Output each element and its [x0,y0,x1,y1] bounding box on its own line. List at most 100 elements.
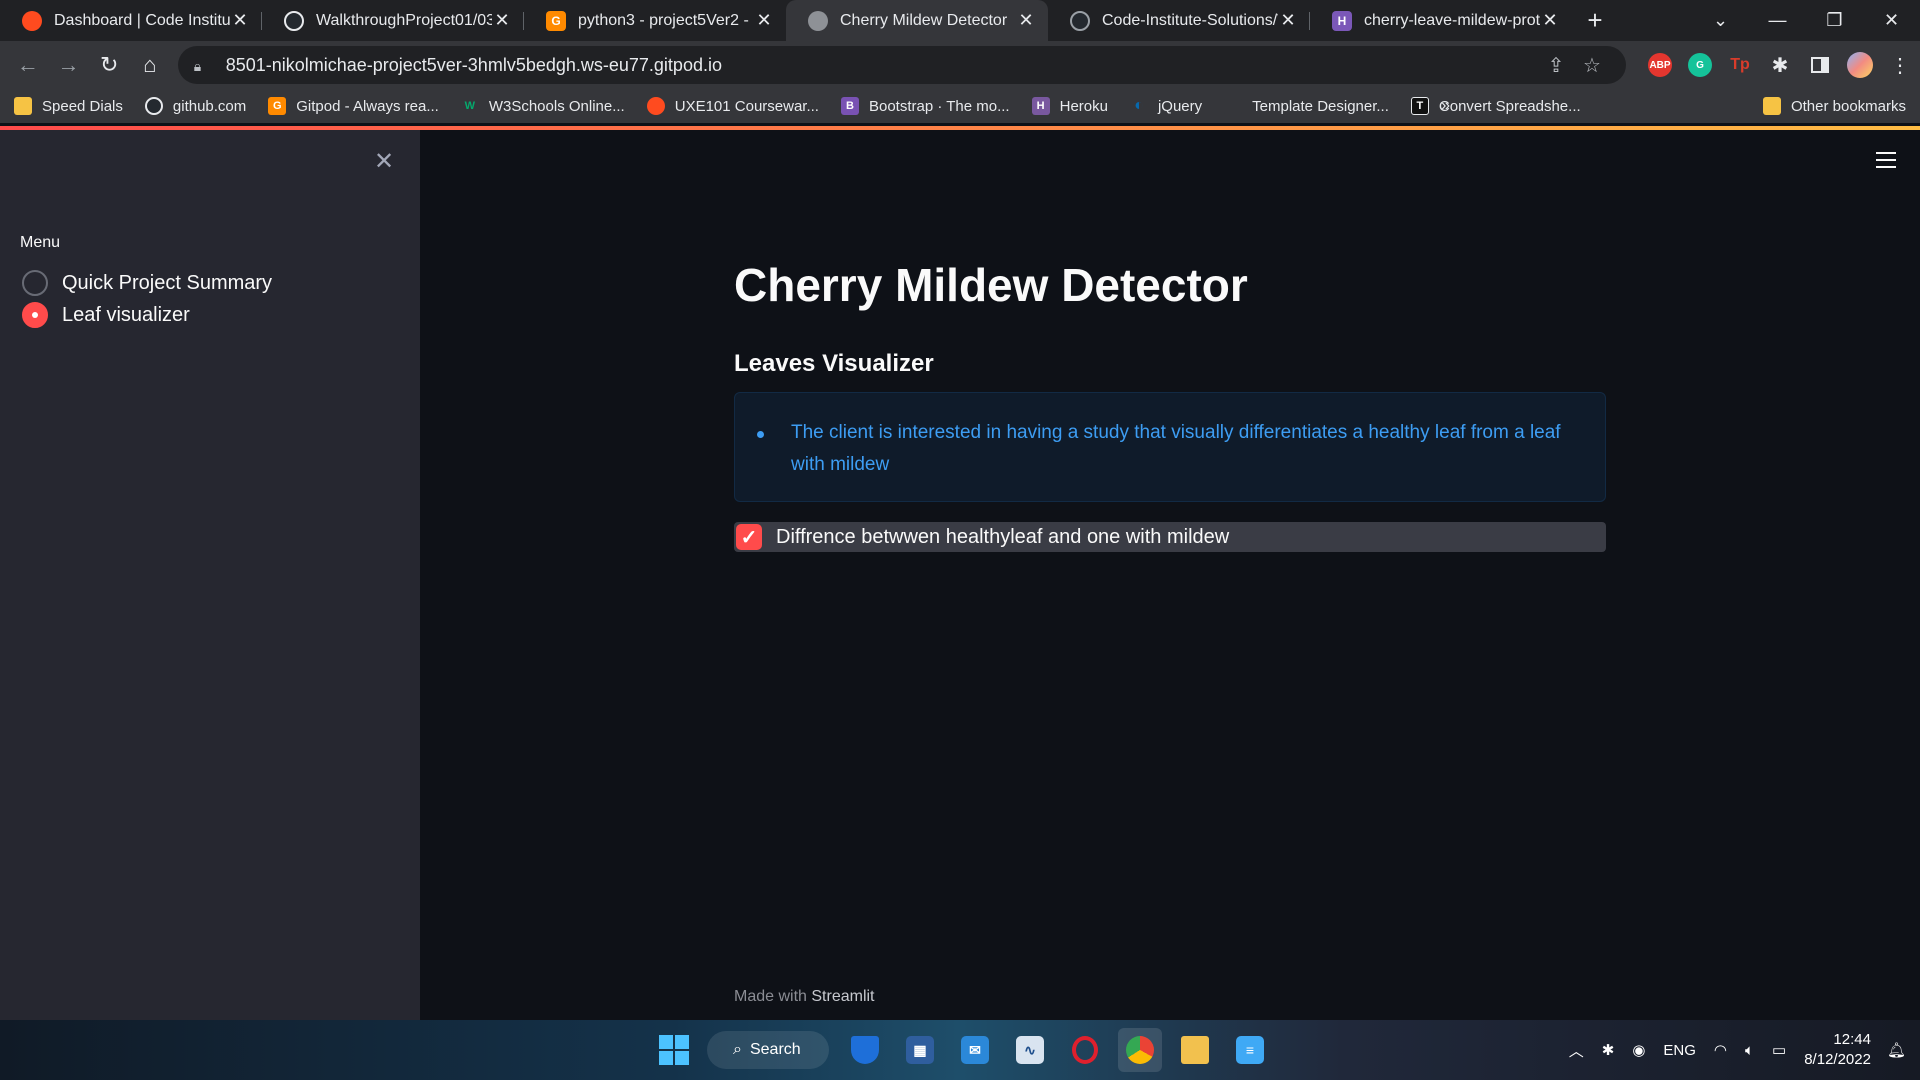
bookmark-uxe101[interactable]: UXE101 Coursewar... [646,97,819,115]
lock-icon[interactable]: 🔒︎ [194,58,208,74]
jquery-icon: ◐ [1134,97,1144,114]
chrome-icon[interactable] [1118,1028,1162,1072]
main-content: Cherry Mildew Detector Leaves Visualizer… [420,130,1920,1020]
side-panel-icon[interactable] [1800,45,1840,85]
radio-circle-icon[interactable] [22,270,48,296]
volume-icon[interactable]: 🔈︎ [1745,1042,1754,1059]
performance-monitor-icon[interactable]: ∿ [1008,1028,1052,1072]
new-tab-button[interactable]: + [1572,0,1618,41]
minimize-icon[interactable]: — [1749,0,1806,41]
close-tab-icon[interactable]: ✕ [230,10,250,31]
bookmark-w3schools[interactable]: W W3Schools Online... [461,97,625,115]
info-text: The client is interested in having a stu… [791,422,1561,475]
file-explorer-icon[interactable] [1173,1028,1217,1072]
heroku-icon: H [1031,97,1050,115]
address-bar[interactable]: 🔒︎ 8501-nikolmichae-project5ver-3hmlv5be… [177,46,1626,84]
reload-icon[interactable]: ↻ [89,45,129,85]
radio-leaf-visualizer[interactable]: Leaf visualizer [22,302,190,328]
tab-search-chevron-icon[interactable]: ⌄ [1692,0,1749,41]
close-tab-icon[interactable]: ✕ [1016,10,1036,31]
close-tab-icon[interactable]: ✕ [1278,10,1298,31]
other-bookmarks[interactable]: Other bookmarks [1762,97,1906,115]
github-favicon-icon [284,10,304,31]
battery-icon[interactable]: ▭ [1772,1041,1786,1059]
tab-title: Code-Institute-Solutions/W [1102,11,1278,29]
bookmark-bootstrap[interactable]: B Bootstrap · The mo... [840,97,1010,115]
taskbar-search[interactable]: ⌕ Search [707,1031,829,1069]
wifi-icon[interactable]: ◠ [1714,1041,1727,1059]
windows-start-icon[interactable] [652,1028,696,1072]
footer: Made with Streamlit [734,988,875,1006]
heroku-favicon-icon: H [1332,10,1352,31]
opera-icon[interactable] [1063,1028,1107,1072]
bookmark-speed-dials[interactable]: Speed Dials [14,97,123,115]
folder-icon [1762,97,1781,115]
page-title: Cherry Mildew Detector [734,259,1248,311]
tab-code-institute-solutions[interactable]: Code-Institute-Solutions/W ✕ [1048,0,1310,41]
kebab-menu-icon[interactable]: ⋮ [1880,45,1920,85]
close-tab-icon[interactable]: ✕ [1540,10,1560,31]
hamburger-menu-icon[interactable] [1876,152,1896,168]
tab-cherry-mildew-detector[interactable]: Cherry Mildew Detector ✕ [786,0,1048,41]
bookmark-template-designer[interactable]: Template Designer... [1224,97,1389,115]
puzzle-extensions-icon[interactable]: ✱ [1760,45,1800,85]
gitpod-favicon-icon: G [546,10,566,31]
bookmark-github[interactable]: github.com [144,97,246,115]
notification-bell-icon[interactable]: 🔔︎ [1887,1041,1906,1059]
forward-arrow-icon[interactable]: → [49,45,89,85]
bookmark-gitpod[interactable]: G Gitpod - Always rea... [268,97,439,115]
bookmark-convert-spreadsheet[interactable]: T Convert Spreadshe... [1410,97,1581,115]
code-institute-icon [646,97,665,115]
back-arrow-icon[interactable]: ← [8,45,48,85]
profile-avatar[interactable] [1840,45,1880,85]
tab-title: cherry-leave-mildew-protot [1364,11,1540,29]
close-window-icon[interactable]: ✕ [1863,0,1920,41]
taskbar: ⌕ Search ▦ ✉ ∿ ≡ ︿ ✱ ◉ ENG ◠ 🔈︎ ▭ 12:44 8… [0,1020,1920,1080]
show-hidden-icons-chevron-icon[interactable]: ︿ [1569,1040,1584,1061]
sidebar: ✕ Menu Quick Project Summary Leaf visual… [0,130,420,1020]
difference-checkbox[interactable]: ✓ Diffrence betwwen healthyleaf and one … [734,522,1606,552]
discord-icon[interactable]: ◉ [1632,1041,1645,1059]
taskbar-apps: ⌕ Search ▦ ✉ ∿ ≡ [652,1028,1283,1072]
slack-icon[interactable]: ✱ [1602,1041,1615,1059]
gitpod-icon: G [268,97,287,115]
streamlit-link[interactable]: Streamlit [811,988,874,1005]
more-bookmarks-chevron-icon[interactable]: » [1441,97,1450,115]
checkmark-icon[interactable]: ✓ [736,524,762,550]
tab-title: python3 - project5Ver2 - Gi [578,11,754,29]
grammarly-icon[interactable]: G [1680,45,1720,85]
tab-title: Cherry Mildew Detector [840,11,1008,29]
bookmark-star-icon[interactable]: ☆ [1574,53,1610,78]
close-tab-icon[interactable]: ✕ [754,10,774,31]
abp-icon[interactable]: ABP [1640,45,1680,85]
clock[interactable]: 12:44 8/12/2022 [1804,1030,1871,1070]
menu-label: Menu [20,234,61,251]
tab-walkthrough[interactable]: WalkthroughProject01/03 - ✕ [262,0,524,41]
notepad-icon[interactable]: ≡ [1228,1028,1272,1072]
close-tab-icon[interactable]: ✕ [492,10,512,31]
w3schools-icon: W [464,100,476,112]
tab-heroku-app[interactable]: H cherry-leave-mildew-protot ✕ [1310,0,1572,41]
mail-icon[interactable]: ✉ [953,1028,997,1072]
tab-dashboard[interactable]: Dashboard | Code Institute ✕ [0,0,262,41]
home-icon[interactable]: ⌂ [130,45,170,85]
tab-gitpod[interactable]: G python3 - project5Ver2 - Gi ✕ [524,0,786,41]
share-icon[interactable]: ⇪ [1538,53,1574,78]
windows-security-icon[interactable] [843,1028,887,1072]
calendar-icon[interactable]: ▦ [898,1028,942,1072]
language-indicator[interactable]: ENG [1663,1042,1696,1059]
clock-date: 8/12/2022 [1804,1051,1871,1068]
url-text: 8501-nikolmichae-project5ver-3hmlv5bedgh… [225,54,722,75]
radio-selected-icon[interactable] [22,302,48,328]
close-sidebar-icon[interactable]: ✕ [372,150,396,174]
bookmark-heroku[interactable]: H Heroku [1031,97,1108,115]
tp-icon[interactable]: Tp [1720,45,1760,85]
restore-icon[interactable]: ❐ [1806,0,1863,41]
github-favicon-icon [1070,10,1090,31]
window-controls: ⌄ — ❐ ✕ [1692,0,1920,41]
info-box: The client is interested in having a stu… [734,392,1606,502]
tab-title: WalkthroughProject01/03 - [316,11,492,29]
bookmark-jquery[interactable]: ◐ jQuery [1130,97,1202,115]
radio-quick-project-summary[interactable]: Quick Project Summary [22,270,272,296]
globe-favicon-icon [808,10,828,31]
